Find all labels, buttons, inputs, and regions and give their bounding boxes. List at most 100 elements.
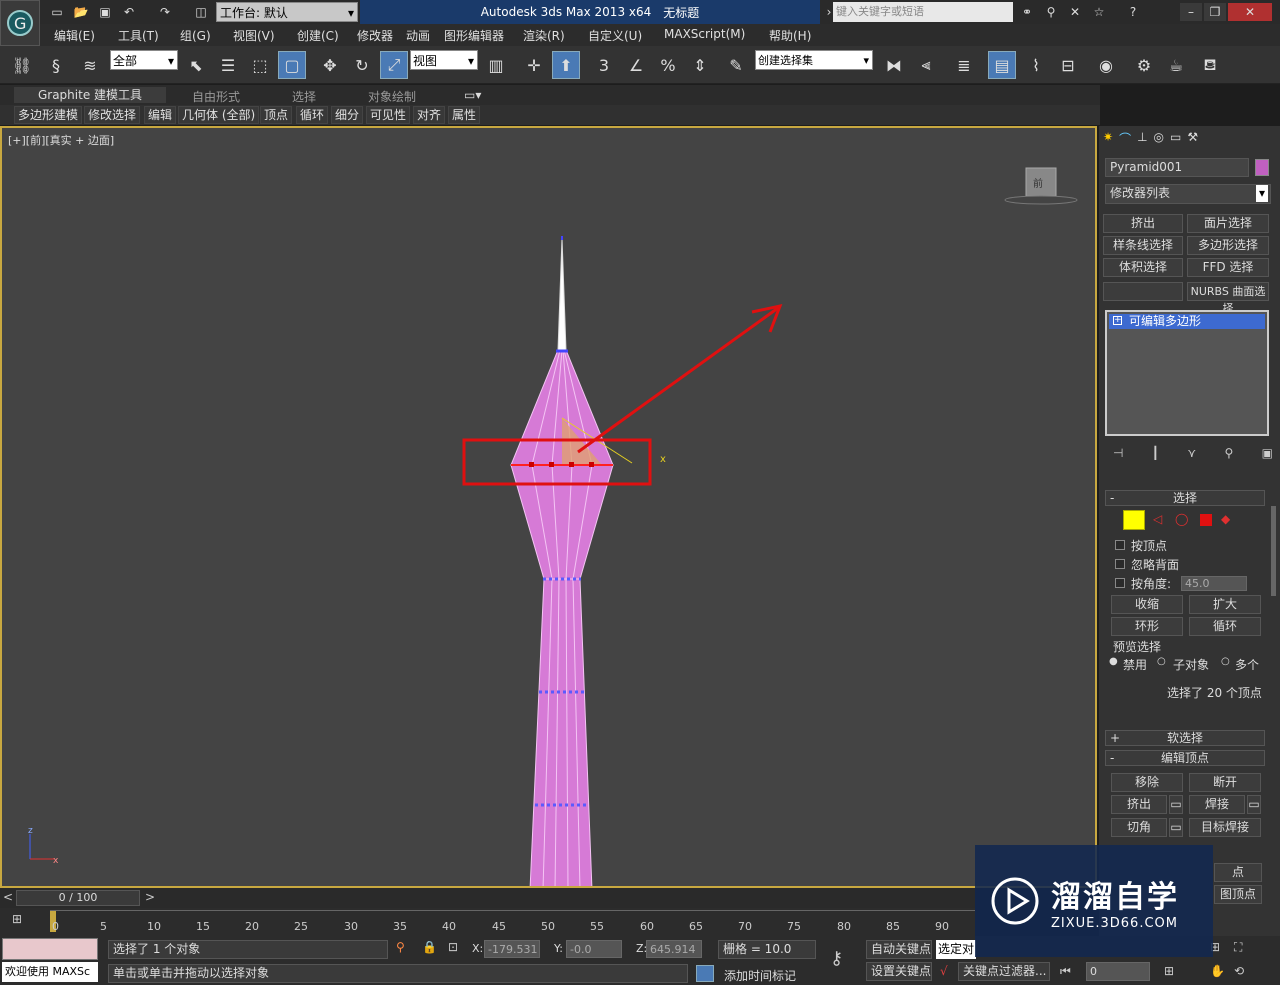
selection-rollup-header[interactable]: - 选择 [1105,490,1265,506]
remove-button[interactable]: 移除 [1111,773,1183,792]
stack-item-editable-poly[interactable]: + 可编辑多边形 [1109,314,1265,329]
break-button[interactable]: 断开 [1189,773,1261,792]
edit-named-selection-icon[interactable]: ✎ [722,51,750,79]
shrink-button[interactable]: 收缩 [1111,595,1183,614]
layer-manager-icon[interactable]: ≣ [950,51,978,79]
modifier-spline-select-button[interactable]: 样条线选择 [1103,236,1183,255]
undo-icon[interactable]: ↶ [120,3,138,21]
window-crossing-icon[interactable]: ▢ [278,51,306,79]
viewcube[interactable]: 前 [1004,167,1078,205]
key-selection-dropdown[interactable]: 选定对 [936,940,976,959]
polygon-mode-icon[interactable] [1200,514,1212,526]
curve-editor-icon[interactable]: ⌇ [1022,51,1050,79]
front-viewport[interactable]: [+][前][真实 + 边面] 前 x z x [0,126,1097,888]
modifier-volume-select-button[interactable]: 体积选择 [1103,258,1183,277]
app-logo[interactable]: G [0,0,40,46]
x-coord-field[interactable]: -179.531 [484,940,540,958]
minimize-icon[interactable]: – [1180,3,1202,21]
extrude-settings-icon[interactable]: ▭ [1169,795,1183,814]
graphite-toggle-icon[interactable]: ▤ [988,51,1016,79]
menu-group[interactable]: 组(G) [180,27,211,44]
mini-curve-editor-icon[interactable]: ⊞ [12,912,22,926]
subtab-polygon-modeling[interactable]: 多边形建模 [14,106,83,124]
next-frame-icon[interactable]: > [145,890,155,904]
material-editor-icon[interactable]: ◉ [1092,51,1120,79]
extrude-button[interactable]: 挤出 [1111,795,1167,814]
menu-graph-editors[interactable]: 图形编辑器 [444,27,504,44]
pin-stack-icon[interactable]: ⊣ [1113,446,1123,462]
z-coord-field[interactable]: 645.914 [646,940,702,958]
link-icon[interactable]: ⛓ [8,51,36,79]
weld-settings-icon[interactable]: ▭ [1247,795,1261,814]
tab-graphite[interactable]: Graphite 建模工具 [14,87,166,103]
edit-vertices-rollup[interactable]: - 编辑顶点 [1105,750,1265,766]
chamfer-button[interactable]: 切角 [1111,818,1167,837]
auto-key-button[interactable]: 自动关键点 [866,940,932,959]
time-config-icon[interactable]: ⊞ [1164,964,1174,978]
y-coord-field[interactable]: -0.0 [566,940,622,958]
weld-button[interactable]: 焊接 [1189,795,1245,814]
menu-animation[interactable]: 动画 [406,27,430,44]
target-weld-button[interactable]: 目标焊接 [1189,818,1261,837]
tab-freeform[interactable]: 自由形式 [192,88,240,105]
display-tab-icon[interactable]: ▭ [1170,130,1181,152]
key-icon[interactable]: ⚷ [830,948,843,969]
move-icon[interactable]: ✥ [316,51,344,79]
by-angle-checkbox[interactable] [1115,578,1125,588]
time-tag-icon[interactable] [696,965,714,982]
rotate-icon[interactable]: ↻ [348,51,376,79]
ring-button[interactable]: 环形 [1111,617,1183,636]
make-unique-icon[interactable]: ⋎ [1187,446,1196,462]
create-tab-icon[interactable]: ✷ [1103,130,1113,152]
time-slider[interactable]: 0 / 100 [16,890,140,906]
tangent-icon[interactable]: √ [940,964,948,978]
menu-modifiers[interactable]: 修改器 [357,27,393,44]
subtab-vertices[interactable]: 顶点 [260,106,293,124]
pivot-center-icon[interactable]: ▥ [482,51,510,79]
object-name-field[interactable]: Pyramid001 [1105,158,1249,177]
snaps-toggle-icon[interactable]: 3 [590,51,618,79]
subtab-modify-selection[interactable]: 修改选择 [84,106,141,124]
ribbon-options-icon[interactable]: ▭▾ [464,88,481,102]
angle-spinner[interactable]: 45.0 [1181,576,1247,591]
open-file-icon[interactable]: 📂 [72,3,90,21]
render-setup-icon[interactable]: ⚙ [1130,51,1158,79]
menu-help[interactable]: 帮助(H) [769,27,811,44]
configure-sets-icon[interactable]: ▣ [1262,446,1273,462]
redo-icon[interactable]: ↷ [156,3,174,21]
menu-tools[interactable]: 工具(T) [118,27,159,44]
set-key-button[interactable]: 设置关键点 [866,962,932,981]
search-input[interactable]: 键入关键字或短语 [833,2,1013,22]
maxscript-mini-listener[interactable]: 欢迎使用 MAXSc [2,962,98,982]
modifier-ffd-select-button[interactable]: FFD 选择 [1187,258,1269,277]
modifier-poly-select-button[interactable]: 多边形选择 [1187,236,1269,255]
border-mode-icon[interactable]: ◯ [1175,512,1188,526]
subtab-align[interactable]: 对齐 [413,106,446,124]
show-end-result-icon[interactable]: ┃ [1152,446,1159,462]
modify-tab-icon[interactable]: ⌒ [1119,130,1131,152]
tower-model[interactable]: 前 x z x [2,128,1095,886]
selection-filter-dropdown[interactable]: 全部 ▾ [110,50,178,70]
selection-lock-icon[interactable]: 🔒 [422,940,437,954]
select-manipulate-icon[interactable]: ✛ [520,51,548,79]
radio-multi-icon[interactable]: ○ [1221,656,1230,667]
hierarchy-tab-icon[interactable]: ⊥ [1137,130,1147,152]
orbit-icon[interactable]: ⟲ [1234,964,1244,978]
modifier-patch-select-button[interactable]: 面片选择 [1187,214,1269,233]
zoom-extents-icon[interactable]: ⛶ [1234,940,1242,955]
go-to-start-icon[interactable]: ⏮ [1060,964,1071,979]
vertex-mode-icon[interactable] [1123,510,1145,530]
close-icon[interactable]: ✕ [1228,3,1272,21]
keyboard-shortcut-override-icon[interactable]: ⬆ [552,51,580,79]
scale-icon[interactable]: ⤢ [380,51,408,79]
loop-button[interactable]: 循环 [1189,617,1261,636]
workspace-dropdown[interactable]: 工作台: 默认 ▾ [216,2,358,22]
modifier-list-dropdown[interactable]: 修改器列表 ▾ [1105,184,1271,204]
rectangular-selection-icon[interactable]: ⬚ [246,51,274,79]
absolute-mode-icon[interactable]: ⊡ [448,940,458,954]
help-icon[interactable]: ? [1124,3,1142,21]
communication-icon[interactable]: ✕ [1066,3,1084,21]
angle-snap-icon[interactable]: ∠ [622,51,650,79]
project-folder-icon[interactable]: ◫ [192,3,210,21]
subtab-properties[interactable]: 属性 [448,106,481,124]
